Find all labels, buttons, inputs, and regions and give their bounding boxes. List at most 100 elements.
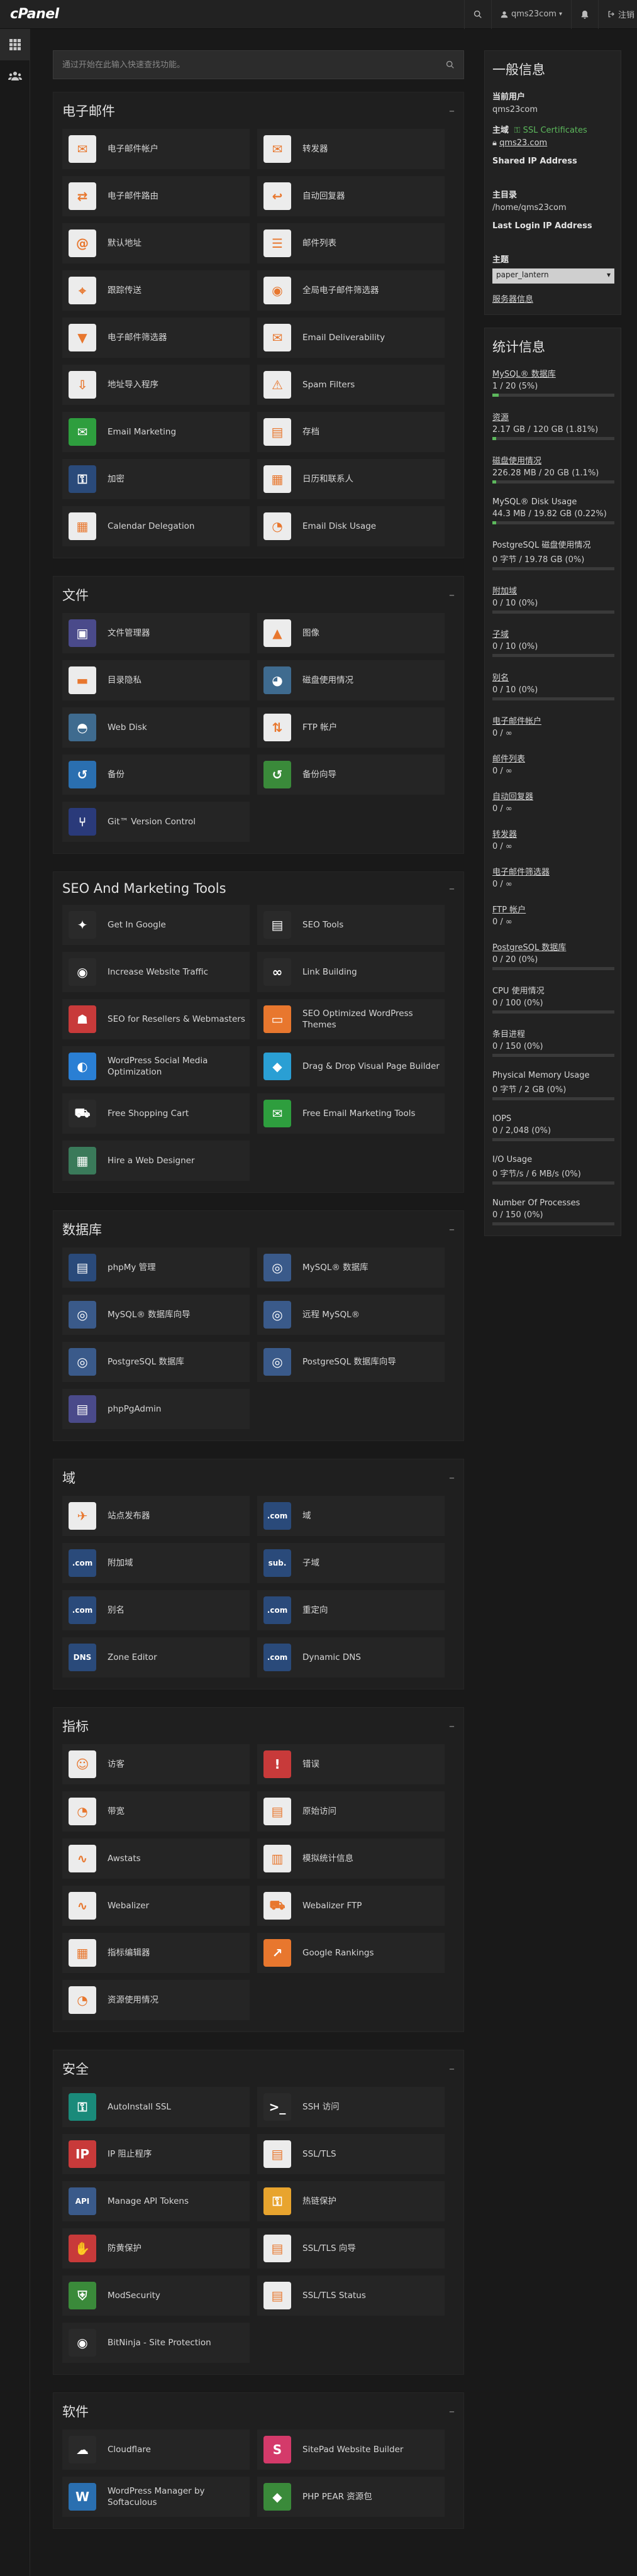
stat-label[interactable]: 自动回复器 xyxy=(492,790,613,802)
tool-link[interactable]: ▤ SSL/TLS xyxy=(257,2134,445,2174)
tool-link[interactable]: ◎ MySQL® 数据库 xyxy=(257,1247,445,1288)
stat-label[interactable]: 电子邮件帐户 xyxy=(492,714,613,726)
tool-link[interactable]: ▦ 指标编辑器 xyxy=(62,1933,250,1973)
stat-item[interactable]: MySQL® 数据库 1 / 20 (5%) xyxy=(492,367,614,397)
tool-link[interactable]: >_ SSH 访问 xyxy=(257,2087,445,2127)
tool-link[interactable]: ◐ WordPress Social Media Optimization xyxy=(62,1046,250,1086)
tool-link[interactable]: ◎ 远程 MySQL® xyxy=(257,1295,445,1335)
tool-link[interactable]: sub. 子域 xyxy=(257,1543,445,1583)
sidebar-item-users[interactable] xyxy=(0,60,30,92)
tool-link[interactable]: ⌖ 跟踪传送 xyxy=(62,270,250,311)
tool-link[interactable]: ⇩ 地址导入程序 xyxy=(62,365,250,405)
tool-link[interactable]: ↗ Google Rankings xyxy=(257,1933,445,1973)
tool-link[interactable]: ▤ SEO Tools xyxy=(257,905,445,945)
main-domain-link[interactable]: qms23.com xyxy=(499,138,547,148)
tool-link[interactable]: ◉ 全局电子邮件筛选器 xyxy=(257,270,445,311)
tool-link[interactable]: DNS Zone Editor xyxy=(62,1637,250,1678)
stat-item[interactable]: FTP 帐户 0 / ∞ xyxy=(492,903,613,927)
tool-link[interactable]: ◉ BitNinja - Site Protection xyxy=(62,2323,250,2363)
tool-link[interactable]: ◎ PostgreSQL 数据库向导 xyxy=(257,1342,445,1382)
tool-link[interactable]: .com 附加域 xyxy=(62,1543,250,1583)
tool-link[interactable]: ▤ SSL/TLS 向导 xyxy=(257,2228,445,2269)
tool-link[interactable]: ▥ 模拟统计信息 xyxy=(257,1838,445,1879)
stat-item[interactable]: PostgreSQL 数据库 0 / 20 (0%) xyxy=(492,941,614,970)
tool-link[interactable]: ✈ 站点发布器 xyxy=(62,1496,250,1536)
stat-label[interactable]: 资源 xyxy=(492,411,613,423)
stat-label[interactable]: 附加域 xyxy=(492,584,613,596)
tool-link[interactable]: ◔ 带宽 xyxy=(62,1791,250,1832)
tool-link[interactable]: S SitePad Website Builder xyxy=(257,2430,445,2470)
tool-link[interactable]: ▲ 图像 xyxy=(257,613,445,653)
tool-link[interactable]: ▦ Calendar Delegation xyxy=(62,506,250,546)
ssl-status-link[interactable]: ⚿ SSL Certificates xyxy=(514,126,587,135)
tool-link[interactable]: ▣ 文件管理器 xyxy=(62,613,250,653)
tool-link[interactable]: ⛟ Free Shopping Cart xyxy=(62,1093,250,1134)
tool-link[interactable]: ☰ 邮件列表 xyxy=(257,223,445,263)
tool-link[interactable]: ⇅ FTP 帐户 xyxy=(257,707,445,748)
tool-link[interactable]: ◆ PHP PEAR 资源包 xyxy=(257,2477,445,2517)
stat-item[interactable]: 电子邮件帐户 0 / ∞ xyxy=(492,714,613,738)
tool-link[interactable]: ⚠ Spam Filters xyxy=(257,365,445,405)
tool-link[interactable]: ◔ Email Disk Usage xyxy=(257,506,445,546)
tool-link[interactable]: ⑂ Git™ Version Control xyxy=(62,802,250,842)
search-toggle[interactable] xyxy=(463,0,491,29)
stat-label[interactable]: 邮件列表 xyxy=(492,752,613,764)
tool-link[interactable]: ✋ 防黄保护 xyxy=(62,2228,250,2269)
tool-link[interactable]: ↩ 自动回复器 xyxy=(257,176,445,216)
tool-link[interactable]: .com 域 xyxy=(257,1496,445,1536)
notifications-button[interactable] xyxy=(570,0,598,29)
collapse-icon[interactable]: – xyxy=(449,1223,455,1236)
tool-link[interactable]: .com 别名 xyxy=(62,1590,250,1630)
collapse-icon[interactable]: – xyxy=(449,104,455,118)
tool-link[interactable]: ◓ Web Disk xyxy=(62,707,250,748)
tool-link[interactable]: ∿ Awstats xyxy=(62,1838,250,1879)
stat-label[interactable]: 磁盘使用情况 xyxy=(492,454,613,466)
tool-link[interactable]: ✉ Email Deliverability xyxy=(257,318,445,358)
stat-label[interactable]: 别名 xyxy=(492,671,613,683)
stat-item[interactable]: 附加域 0 / 10 (0%) xyxy=(492,584,614,614)
tool-link[interactable]: ⚿ AutoInstall SSL xyxy=(62,2087,250,2127)
tool-link[interactable]: ▦ Hire a Web Designer xyxy=(62,1141,250,1181)
server-info-link[interactable]: 服务器信息 xyxy=(492,292,613,304)
collapse-icon[interactable]: – xyxy=(449,2062,455,2076)
tool-link[interactable]: ◎ PostgreSQL 数据库 xyxy=(62,1342,250,1382)
tool-link[interactable]: ▤ 原始访问 xyxy=(257,1791,445,1832)
stat-label[interactable]: 子域 xyxy=(492,627,613,639)
tool-link[interactable]: ⚿ 热链保护 xyxy=(257,2181,445,2221)
tool-link[interactable]: ▤ SSL/TLS Status xyxy=(257,2275,445,2316)
stat-item[interactable]: 资源 2.17 GB / 120 GB (1.81%) xyxy=(492,411,614,440)
tool-link[interactable]: ✉ Email Marketing xyxy=(62,412,250,452)
tool-link[interactable]: ▦ 日历和联系人 xyxy=(257,459,445,499)
tool-link[interactable]: ✉ 电子邮件帐户 xyxy=(62,129,250,169)
search-box[interactable] xyxy=(53,50,464,79)
stat-item[interactable]: 子域 0 / 10 (0%) xyxy=(492,627,614,657)
stat-item[interactable]: 转发器 0 / ∞ xyxy=(492,827,613,851)
tool-link[interactable]: ∞ Link Building xyxy=(257,952,445,992)
tool-link[interactable]: API Manage API Tokens xyxy=(62,2181,250,2221)
collapse-icon[interactable]: – xyxy=(449,2405,455,2418)
tool-link[interactable]: ☺ 访客 xyxy=(62,1744,250,1784)
tool-link[interactable]: ✦ Get In Google xyxy=(62,905,250,945)
tool-link[interactable]: ▤ phpPgAdmin xyxy=(62,1389,250,1429)
tool-link[interactable]: ! 错误 xyxy=(257,1744,445,1784)
tool-link[interactable]: ⚿ 加密 xyxy=(62,459,250,499)
stat-label[interactable]: 转发器 xyxy=(492,827,613,839)
tool-link[interactable]: ◉ Increase Website Traffic xyxy=(62,952,250,992)
tool-link[interactable]: ◎ MySQL® 数据库向导 xyxy=(62,1295,250,1335)
tool-link[interactable]: ∿ Webalizer xyxy=(62,1886,250,1926)
cpanel-logo[interactable]: cPanel xyxy=(0,6,75,22)
tool-link[interactable]: ▼ 电子邮件筛选器 xyxy=(62,318,250,358)
user-menu[interactable]: qms23com ▾ xyxy=(490,0,571,29)
tool-link[interactable]: ☁ Cloudflare xyxy=(62,2430,250,2470)
tool-link[interactable]: ▭ SEO Optimized WordPress Themes xyxy=(257,999,445,1039)
stat-label[interactable]: PostgreSQL 数据库 xyxy=(492,941,613,953)
tool-link[interactable]: ✉ Free Email Marketing Tools xyxy=(257,1093,445,1134)
collapse-icon[interactable]: – xyxy=(449,1720,455,1733)
tool-link[interactable]: W WordPress Manager by Softaculous xyxy=(62,2477,250,2517)
collapse-icon[interactable]: – xyxy=(449,589,455,602)
main-domain-value[interactable]: 🔒︎ qms23.com xyxy=(492,138,613,148)
stat-label[interactable]: MySQL® 数据库 xyxy=(492,367,613,379)
sidebar-item-tools[interactable] xyxy=(0,29,30,60)
stat-item[interactable]: 别名 0 / 10 (0%) xyxy=(492,671,614,700)
stat-item[interactable]: 自动回复器 0 / ∞ xyxy=(492,790,613,814)
